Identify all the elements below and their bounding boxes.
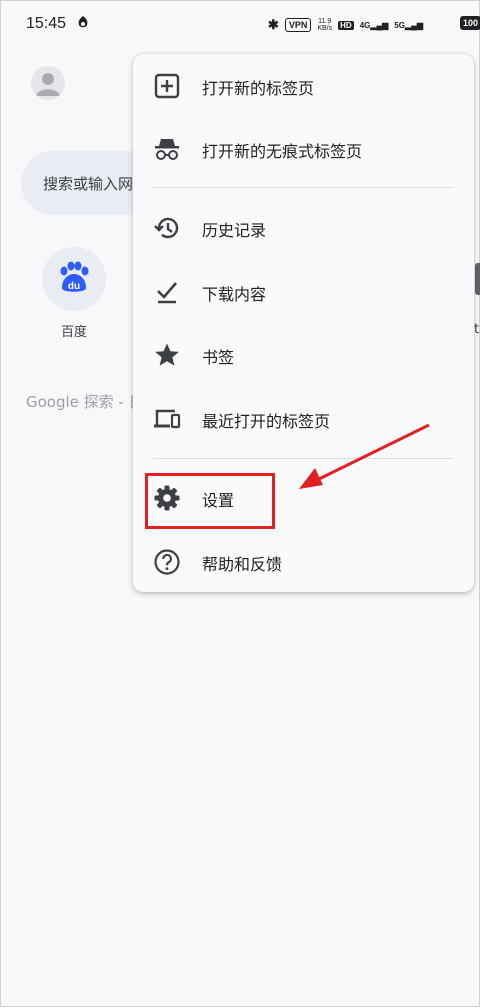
shortcut-tile-partial[interactable] (475, 263, 480, 295)
menu-divider (153, 187, 453, 188)
menu-item-label: 打开新的无痕式标签页 (202, 142, 363, 161)
download-icon (157, 282, 177, 304)
menu-divider (153, 458, 453, 459)
shortcut-label-partial: t (474, 322, 480, 337)
menu-item-help[interactable]: 帮助和反馈 (133, 534, 474, 590)
menu-item-label: 下载内容 (202, 285, 267, 304)
bluetooth-icon: ✱ (267, 17, 279, 32)
battery-indicator: 100 (459, 16, 480, 30)
menu-item-bookmarks[interactable]: 书签 (133, 327, 474, 383)
avatar[interactable] (31, 66, 65, 100)
account-icon (36, 73, 60, 96)
annotation-highlight-box (145, 473, 275, 529)
baidu-paw-icon: du (60, 261, 89, 292)
svg-text:du: du (68, 281, 80, 292)
devices-icon (154, 409, 181, 429)
menu-item-label: 帮助和反馈 (202, 555, 283, 574)
shortcut-label-baidu: 百度 (60, 325, 87, 340)
menu-item-label: 打开新的标签页 (202, 79, 315, 98)
history-icon (154, 217, 179, 239)
menu-item-label: 书签 (202, 348, 235, 367)
status-indicators: ✱ VPN 11.9 KB/s HD 4G▂▄▆ 5G▂▄▆ 100 (267, 15, 480, 35)
notification-icon (78, 16, 88, 28)
menu-item-incognito[interactable]: 打开新的无痕式标签页 (133, 121, 474, 177)
help-icon (154, 549, 180, 575)
shortcut-tile-baidu[interactable]: du (42, 247, 106, 311)
menu-item-recent-tabs[interactable]: 最近打开的标签页 (133, 391, 474, 447)
menu-item-label: 历史记录 (202, 221, 267, 240)
star-icon (155, 343, 179, 366)
hd-badge: HD (338, 20, 354, 30)
status-bar: 15:45 ✱ VPN 11.9 KB/s HD 4G▂▄▆ 5G▂▄▆ 100 (1, 1, 480, 51)
discover-header: Google 探索 - 日 (26, 393, 136, 411)
new-tab-icon (154, 73, 180, 99)
network-speed: 11.9 KB/s (317, 18, 333, 32)
status-time: 15:45 (26, 15, 67, 32)
menu-item-label: 最近打开的标签页 (202, 412, 331, 431)
menu-item-history[interactable]: 历史记录 (133, 200, 474, 256)
menu-item-new-tab[interactable]: 打开新的标签页 (133, 58, 474, 114)
browser-window: 15:45 ✱ VPN 11.9 KB/s HD 4G▂▄▆ 5G▂▄▆ 100… (0, 0, 480, 1007)
incognito-icon (155, 139, 179, 160)
signal-5g: 5G▂▄▆ (394, 20, 423, 30)
signal-4g: 4G▂▄▆ (359, 20, 389, 30)
vpn-badge: VPN (284, 18, 312, 32)
menu-item-downloads[interactable]: 下载内容 (133, 264, 474, 320)
search-placeholder: 搜索或输入网 (43, 175, 134, 193)
